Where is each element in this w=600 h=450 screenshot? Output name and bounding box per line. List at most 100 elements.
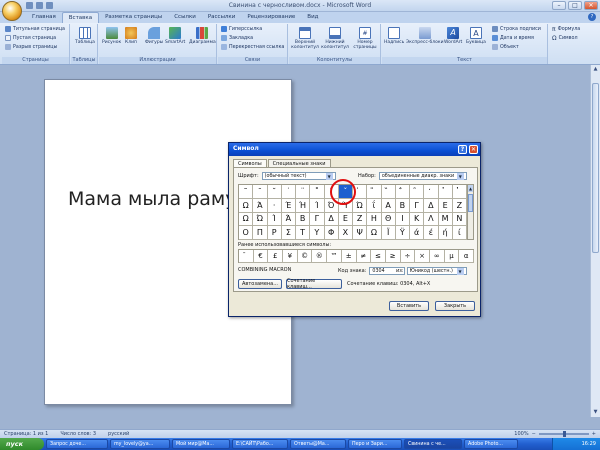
symbol-cell[interactable]: Β	[395, 198, 410, 213]
symbol-cell[interactable]: ̒	[424, 185, 439, 199]
recent-symbol-cell[interactable]: ©	[297, 250, 313, 263]
autocorrect-button[interactable]: Автозамена...	[238, 279, 282, 289]
symbol-cell[interactable]: ί	[452, 226, 467, 240]
wordart-button[interactable]: A WordArt	[444, 27, 462, 45]
symbol-button[interactable]: Ω Символ	[552, 35, 578, 42]
symbol-cell[interactable]: έ	[424, 226, 439, 240]
symbol-cell[interactable]: Β	[296, 212, 311, 227]
symbol-cell[interactable]: Ο	[239, 226, 254, 240]
recent-symbol-cell[interactable]: €	[253, 250, 269, 263]
zoom-knob[interactable]	[562, 431, 566, 437]
taskbar-item[interactable]: E:\САЙТ\Рабо...	[232, 439, 288, 449]
scroll-thumb[interactable]	[592, 83, 599, 253]
zoom-out-icon[interactable]: −	[532, 431, 536, 437]
subset-dropdown-icon[interactable]: ▼	[456, 172, 464, 180]
tab-view[interactable]: Вид	[301, 12, 324, 23]
equation-button[interactable]: π Формула	[552, 26, 580, 33]
symbol-cell[interactable]: Υ	[310, 226, 325, 240]
symbol-cell[interactable]: Ζ	[452, 198, 467, 213]
symbol-cell[interactable]: Ζ	[353, 212, 368, 227]
date-time-button[interactable]: Дата и время	[492, 35, 534, 41]
quick-parts-button[interactable]: Экспресс-блоки	[406, 27, 444, 45]
symbol-cell[interactable]: ̔	[452, 185, 467, 199]
symbol-cell[interactable]: ά	[410, 226, 425, 240]
symbol-cell[interactable]: Γ	[310, 212, 325, 227]
symbol-cell[interactable]: Ϊ	[381, 226, 396, 240]
dialog-close-icon[interactable]: ✕	[469, 145, 478, 154]
scroll-down-icon[interactable]: ▼	[592, 409, 599, 416]
symbol-cell[interactable]: ˝	[324, 185, 339, 199]
zoom-in-icon[interactable]: +	[592, 431, 596, 437]
table-button[interactable]: Таблица	[75, 27, 95, 45]
scroll-up-icon[interactable]: ▲	[592, 66, 599, 73]
taskbar-item[interactable]: my_lovely@ya...	[110, 439, 170, 449]
recent-symbol-cell[interactable]: ×	[415, 250, 430, 263]
symbol-cell[interactable]: ¯	[253, 185, 268, 199]
taskbar-item[interactable]: Мой мир@Ма...	[172, 439, 230, 449]
footer-button[interactable]: Нижний колонтитул	[321, 27, 349, 50]
symbol-cell[interactable]: Δ	[324, 212, 339, 227]
zoom-slider[interactable]	[538, 431, 589, 437]
start-button[interactable]: пуск	[0, 438, 44, 450]
symbol-cell[interactable]: ˘	[267, 185, 282, 199]
symbol-cell[interactable]: Κ	[410, 212, 425, 227]
chart-button[interactable]: Диаграмма	[189, 27, 216, 45]
shortcut-key-button[interactable]: Сочетание клавиш...	[286, 278, 342, 290]
symbol-cell[interactable]: ̑	[410, 185, 425, 199]
language[interactable]: русский	[108, 431, 129, 437]
minimize-button[interactable]: –	[552, 1, 566, 10]
from-select[interactable]: Юникод (шестн.) ▼	[406, 267, 467, 275]
recent-symbol-cell[interactable]: µ	[444, 250, 460, 263]
recent-symbol-cell[interactable]: ™	[327, 250, 342, 263]
page-break-button[interactable]: Разрыв страницы	[5, 44, 57, 50]
hyperlink-button[interactable]: Гиперссылка	[221, 26, 262, 32]
signature-line-button[interactable]: Строка подписи	[492, 26, 541, 32]
page-number-button[interactable]: # Номер страницы	[351, 27, 379, 50]
tray-clock[interactable]: 16:29	[582, 441, 596, 447]
insert-button[interactable]: Вставить	[389, 301, 429, 311]
font-dropdown-icon[interactable]: ▼	[325, 172, 333, 180]
symbol-cell[interactable]: Έ	[281, 198, 296, 213]
symbol-cell[interactable]: ·	[267, 198, 282, 213]
symbol-cell[interactable]: Π	[253, 226, 268, 240]
symbol-cell[interactable]: ¨	[296, 185, 311, 199]
symbol-cell[interactable]: ̐	[395, 185, 410, 199]
vertical-scrollbar[interactable]: ▲ ▼	[590, 65, 600, 417]
symbol-cell[interactable]: ̓	[438, 185, 453, 199]
symbol-cell[interactable]: Θ	[381, 212, 396, 227]
maximize-button[interactable]: □	[568, 1, 582, 10]
symbol-cell[interactable]: ή	[438, 226, 453, 240]
recent-symbol-cell[interactable]: α	[459, 250, 474, 263]
help-icon[interactable]: ?	[588, 13, 596, 21]
symbol-cell[interactable]: Ι	[395, 212, 410, 227]
recent-symbol-cell[interactable]: ¥	[283, 250, 298, 263]
tab-insert[interactable]: Вставка	[61, 12, 100, 23]
dialog-help-icon[interactable]: ?	[458, 145, 467, 154]
textbox-button[interactable]: Надпись	[384, 27, 404, 45]
tab-page-layout[interactable]: Разметка страницы	[99, 12, 168, 23]
document-text[interactable]: Мама мылa раму	[68, 188, 237, 210]
symbol-cell[interactable]: Λ	[424, 212, 439, 227]
symbol-cell[interactable]: Ψ	[353, 226, 368, 240]
tab-references[interactable]: Ссылки	[168, 12, 202, 23]
symbol-cell[interactable]: Ί	[310, 198, 325, 213]
zoom-level[interactable]: 100%	[514, 431, 528, 437]
symbol-cell[interactable]: ˇ	[338, 185, 353, 199]
close-window-button[interactable]: ✕	[584, 1, 598, 10]
symbol-grid-scrollbar[interactable]: ▲	[467, 184, 474, 240]
symbol-cell[interactable]: Γ	[410, 198, 425, 213]
symbol-cell[interactable]: Σ	[281, 226, 296, 240]
close-button[interactable]: Закрыть	[435, 301, 475, 311]
symbol-cell[interactable]: ˚	[310, 185, 325, 199]
picture-button[interactable]: Рисунок	[102, 27, 121, 45]
recent-symbol-cell[interactable]: ∞	[429, 250, 445, 263]
symbol-cell[interactable]: Ί	[267, 212, 282, 227]
symbol-cell[interactable]: Μ	[438, 212, 453, 227]
symbol-cell[interactable]: Η	[367, 212, 382, 227]
cross-reference-button[interactable]: Перекрестная ссылка	[221, 44, 284, 50]
recent-symbol-cell[interactable]: ±	[341, 250, 357, 263]
symbol-cell[interactable]: Ω	[239, 198, 254, 213]
page-count[interactable]: Страница: 1 из 1	[4, 431, 48, 437]
tab-home[interactable]: Главная	[26, 12, 62, 23]
font-select[interactable]: (обычный текст) ▼	[261, 172, 336, 180]
